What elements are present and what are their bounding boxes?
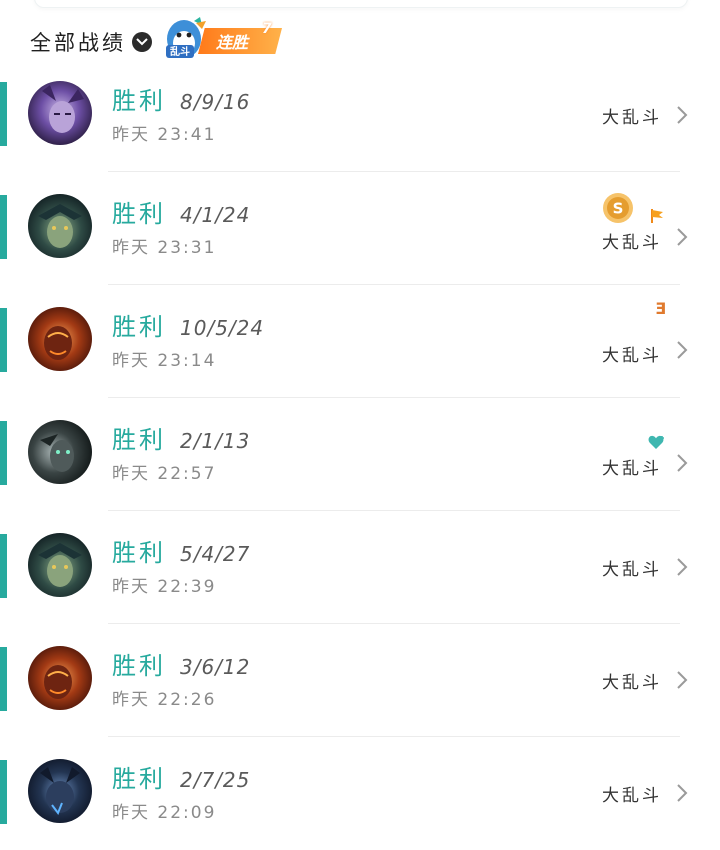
top-card	[34, 0, 688, 8]
match-row[interactable]: 胜利 2/1/13 昨天 22:57 大乱斗	[0, 398, 720, 511]
kda-score: 4/1/24	[180, 203, 251, 227]
win-streak-badge: 乱斗 连胜 7	[162, 15, 284, 61]
match-row[interactable]: 胜利 2/7/25 昨天 22:09 大乱斗	[0, 737, 720, 850]
chevron-right-icon[interactable]	[676, 453, 688, 473]
win-accent-bar	[0, 534, 7, 598]
match-time: 昨天 22:57	[112, 464, 217, 484]
streak-count: 7	[262, 21, 272, 37]
game-mode: 大乱斗	[602, 346, 662, 366]
match-time: 昨天 23:31	[112, 238, 217, 258]
match-result: 胜利	[112, 313, 166, 341]
match-row[interactable]: 胜利 5/4/27 昨天 22:39 大乱斗	[0, 511, 720, 624]
chevron-right-icon[interactable]	[676, 105, 688, 125]
win-accent-bar	[0, 647, 7, 711]
win-accent-bar	[0, 760, 7, 824]
filter-label[interactable]: 全部战绩	[30, 27, 126, 57]
heart-plus-icon	[648, 435, 664, 449]
game-mode: 大乱斗	[602, 673, 662, 693]
avatar	[28, 759, 92, 823]
mascot-text: 乱斗	[170, 45, 190, 58]
chevron-right-icon[interactable]	[676, 557, 688, 577]
avatar	[28, 533, 92, 597]
match-time: 昨天 22:09	[112, 803, 217, 823]
s-coin-icon: S	[603, 193, 633, 223]
avatar	[28, 307, 92, 371]
match-result: 胜利	[112, 426, 166, 454]
kda-score: 3/6/12	[180, 655, 251, 679]
kda-score: 2/7/25	[180, 768, 251, 792]
chevron-right-icon[interactable]	[676, 670, 688, 690]
win-accent-bar	[0, 82, 7, 146]
avatar	[28, 81, 92, 145]
avatar	[28, 646, 92, 710]
match-list: 胜利 8/9/16 昨天 23:41 大乱斗 胜利 4/1/24 昨天 23:3…	[0, 59, 720, 850]
chevron-right-icon[interactable]	[676, 340, 688, 360]
match-time: 昨天 22:39	[112, 577, 217, 597]
filter-bar[interactable]: 全部战绩 乱斗 连胜 7	[30, 17, 284, 59]
game-mode: 大乱斗	[602, 233, 662, 253]
avatar	[28, 420, 92, 484]
match-time: 昨天 22:26	[112, 690, 217, 710]
kda-score: 8/9/16	[180, 90, 251, 114]
kda-score: 10/5/24	[180, 316, 265, 340]
triple-kill-icon: Ǝ	[655, 299, 666, 318]
match-result: 胜利	[112, 200, 166, 228]
game-mode: 大乱斗	[602, 108, 662, 128]
game-mode: 大乱斗	[602, 560, 662, 580]
match-time: 昨天 23:41	[112, 125, 217, 145]
match-row[interactable]: 胜利 4/1/24 昨天 23:31 S 大乱斗	[0, 172, 720, 285]
match-result: 胜利	[112, 87, 166, 115]
chevron-right-icon[interactable]	[676, 227, 688, 247]
chevron-right-icon[interactable]	[676, 783, 688, 803]
match-row[interactable]: 胜利 3/6/12 昨天 22:26 大乱斗	[0, 624, 720, 737]
avatar	[28, 194, 92, 258]
win-accent-bar	[0, 421, 7, 485]
streak-label: 连胜	[216, 33, 249, 52]
match-time: 昨天 23:14	[112, 351, 217, 371]
game-mode: 大乱斗	[602, 459, 662, 479]
match-row[interactable]: 胜利 8/9/16 昨天 23:41 大乱斗	[0, 59, 720, 172]
kda-score: 2/1/13	[180, 429, 251, 453]
svg-text:S: S	[613, 200, 624, 218]
game-mode: 大乱斗	[602, 786, 662, 806]
win-accent-bar	[0, 195, 7, 259]
match-result: 胜利	[112, 652, 166, 680]
win-accent-bar	[0, 308, 7, 372]
flag-icon	[651, 209, 663, 223]
match-row[interactable]: 胜利 10/5/24 昨天 23:14 Ǝ 大乱斗	[0, 285, 720, 398]
kda-score: 5/4/27	[180, 542, 251, 566]
match-result: 胜利	[112, 765, 166, 793]
chevron-down-icon[interactable]	[132, 32, 152, 52]
match-result: 胜利	[112, 539, 166, 567]
